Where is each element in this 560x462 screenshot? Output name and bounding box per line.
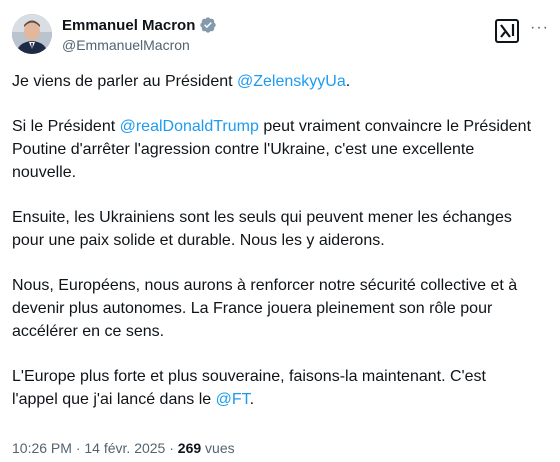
- text-span: .: [345, 73, 351, 90]
- paragraph-4: Nous, Européens, nous aurons à renforcer…: [12, 274, 560, 343]
- author-handle[interactable]: @EmmanuelMacron: [62, 37, 217, 53]
- text-span: devenir plus autonomes. La France jouera…: [12, 300, 493, 317]
- text-span: Nous, Européens, nous aurons à renforcer…: [12, 277, 518, 294]
- mention-ft[interactable]: @FT: [216, 391, 250, 408]
- tweet-time[interactable]: 10:26 PM: [12, 440, 72, 456]
- grok-icon: [495, 19, 519, 43]
- avatar[interactable]: [12, 14, 52, 54]
- text-span: Si le Président: [12, 118, 120, 135]
- paragraph-5: L'Europe plus forte et plus souveraine, …: [12, 365, 560, 411]
- mention-realdonaldtrump[interactable]: @realDonaldTrump: [120, 118, 259, 135]
- paragraph-2: Si le Président @realDonaldTrump peut vr…: [12, 115, 560, 184]
- paragraph-1: Je viens de parler au Président @Zelensk…: [12, 70, 560, 93]
- tweet-header: Emmanuel Macron @EmmanuelMacron ···: [12, 14, 548, 62]
- views-label: vues: [201, 440, 235, 456]
- grok-button[interactable]: [492, 16, 522, 46]
- text-span: peut vraiment convaincre le Président: [258, 118, 532, 135]
- tweet-meta: 10:26 PM · 14 févr. 2025 · 269 vues: [12, 440, 235, 456]
- text-span: pour une paix solide et durable. Nous le…: [12, 232, 385, 249]
- more-options-button[interactable]: ···: [530, 20, 548, 40]
- text-span: L'Europe plus forte et plus souveraine, …: [12, 368, 486, 385]
- text-span: Ensuite, les Ukrainiens sont les seuls q…: [12, 209, 512, 226]
- text-span: nouvelle.: [12, 164, 77, 181]
- avatar-image: [12, 14, 52, 54]
- text-span: Poutine d'arrêter l'agression contre l'U…: [12, 141, 475, 158]
- separator: ·: [165, 440, 178, 456]
- text-span: l'appel que j'ai lancé dans le: [12, 391, 216, 408]
- text-span: Je viens de parler au Président: [12, 73, 238, 90]
- views-count: 269: [177, 440, 202, 456]
- name-row: Emmanuel Macron: [62, 16, 217, 34]
- paragraph-3: Ensuite, les Ukrainiens sont les seuls q…: [12, 206, 560, 252]
- author-name[interactable]: Emmanuel Macron: [62, 17, 195, 34]
- author-block: Emmanuel Macron @EmmanuelMacron: [62, 16, 217, 53]
- mention-zelenskyyua[interactable]: @ZelenskyyUa: [237, 73, 346, 90]
- text-span: .: [249, 391, 255, 408]
- tweet-date[interactable]: 14 févr. 2025: [84, 440, 165, 456]
- tweet-text: Je viens de parler au Président @Zelensk…: [12, 70, 560, 433]
- separator: ·: [71, 440, 85, 456]
- text-span: accélérer en ce sens.: [12, 323, 165, 340]
- verified-badge-icon: [199, 16, 217, 34]
